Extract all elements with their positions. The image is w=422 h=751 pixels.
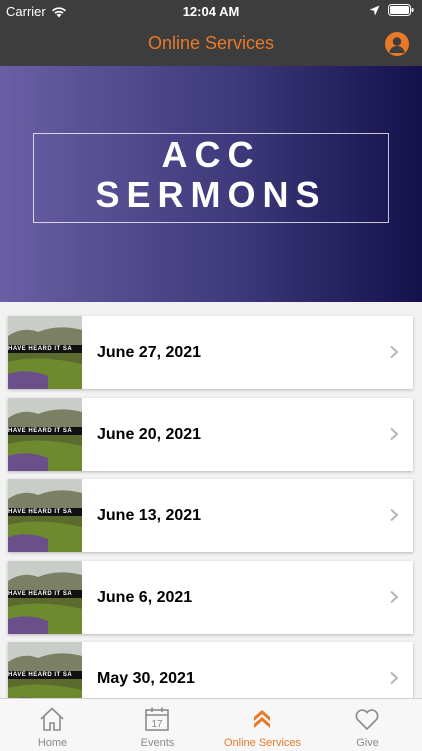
tab-give-label: Give [356,737,379,749]
chevron-right-icon [390,590,399,604]
sermon-date: May 30, 2021 [97,670,195,687]
heart-icon [355,709,379,731]
tab-events[interactable]: 17 Events [105,699,210,751]
thumbnail-caption: HAVE HEARD IT SA [8,345,82,353]
sermon-list[interactable]: HAVE HEARD IT SA June 27, 2021 HAVE HEAR… [0,302,422,698]
sermon-card[interactable]: HAVE HEARD IT SA June 27, 2021 [8,316,413,389]
status-time: 12:04 AM [182,4,240,19]
user-icon [389,37,405,53]
tab-home-label: Home [37,737,68,749]
tab-bar: Home 17 Events Online Services Give [0,698,422,751]
tab-events-label: Events [140,737,175,749]
tab-home[interactable]: Home [0,699,105,751]
home-icon [40,707,64,731]
sermon-date: June 27, 2021 [97,344,202,361]
page-title: Online Services [147,33,275,53]
thumbnail-caption: HAVE HEARD IT SA [8,427,82,435]
location-arrow-icon [369,5,380,15]
status-bar: Carrier 12:04 AM [0,0,422,22]
sermon-date: June 20, 2021 [97,426,202,443]
chevron-right-icon [390,345,399,359]
sermon-thumbnail: HAVE HEARD IT SA [8,642,82,698]
sermon-card[interactable]: HAVE HEARD IT SA May 30, 2021 [8,642,413,698]
calendar-icon: 17 [145,707,169,731]
sermon-date: June 6, 2021 [97,589,193,606]
sermon-card[interactable]: HAVE HEARD IT SA June 20, 2021 [8,398,413,471]
nav-bar: Online Services [0,22,422,66]
battery-icon [388,4,414,16]
thumbnail-caption: HAVE HEARD IT SA [8,590,82,598]
tab-online-services-label: Online Services [223,737,302,749]
chevrons-up-icon [254,710,270,728]
tab-give[interactable]: Give [315,699,420,751]
profile-button[interactable] [385,32,409,56]
chevron-right-icon [390,427,399,441]
thumbnail-caption: HAVE HEARD IT SA [8,508,82,516]
chevron-right-icon [390,671,399,685]
sermon-thumbnail: HAVE HEARD IT SA [8,398,82,471]
sermon-thumbnail: HAVE HEARD IT SA [8,316,82,389]
sermon-date: June 13, 2021 [97,507,202,524]
status-right [369,4,414,16]
banner-title-line1: ACC [161,134,261,175]
sermon-thumbnail: HAVE HEARD IT SA [8,479,82,552]
chevron-right-icon [390,508,399,522]
tab-online-services[interactable]: Online Services [210,699,315,751]
sermon-card[interactable]: HAVE HEARD IT SA June 6, 2021 [8,561,413,634]
calendar-day: 17 [151,719,163,730]
sermon-thumbnail: HAVE HEARD IT SA [8,561,82,634]
sermon-card[interactable]: HAVE HEARD IT SA June 13, 2021 [8,479,413,552]
banner-title-line2: SERMONS [95,174,327,215]
thumbnail-caption: HAVE HEARD IT SA [8,671,82,679]
